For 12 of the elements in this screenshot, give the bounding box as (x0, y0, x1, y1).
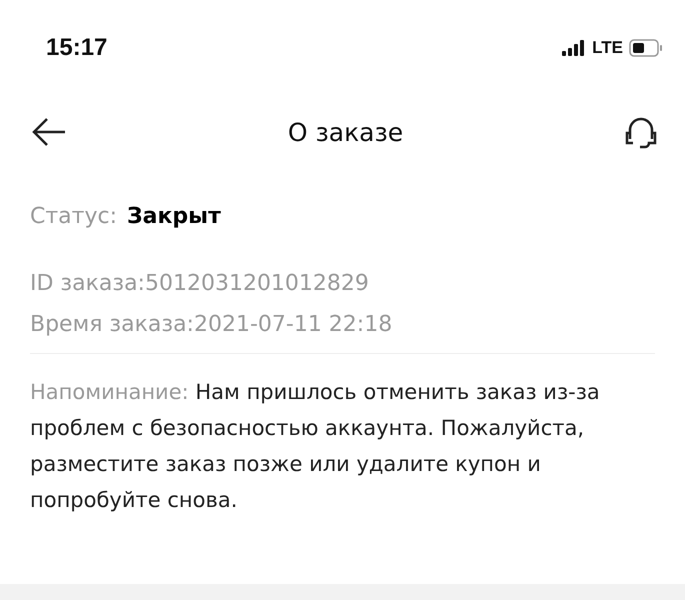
signal-icon (562, 40, 586, 56)
network-label: LTE (592, 38, 623, 58)
page-title: О заказе (288, 118, 404, 146)
status-value: Закрыт (127, 204, 221, 229)
headset-icon[interactable] (625, 115, 657, 149)
battery-icon (629, 39, 663, 57)
order-info: ID заказа:5012031201012829 (30, 270, 370, 298)
status-label: Статус: (30, 204, 118, 229)
back-arrow-icon[interactable] (32, 117, 66, 147)
order-info: Время заказа:2021-07-11 22:18 (30, 311, 394, 339)
reminder-message: Напоминание: Нам пришлось отменить заказ из-за проблем с безопасностью аккаунта. Пожалуйста, разместите заказ позже или удалите купон и попробуйте снова. (30, 379, 601, 514)
clock-time: 15:17 (46, 34, 108, 62)
